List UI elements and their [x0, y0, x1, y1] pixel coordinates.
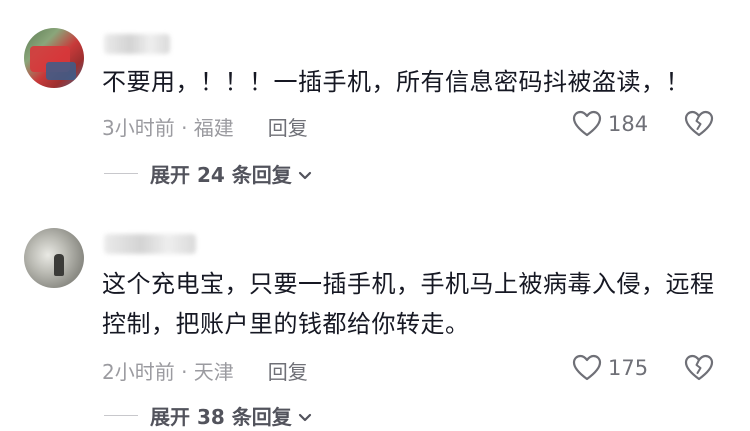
- comment-text: 这个充电宝，只要一插手机，手机马上被病毒入侵，远程控制，把账户里的钱都给你转走。: [102, 270, 715, 338]
- heart-outline-icon: [572, 110, 602, 138]
- avatar-image-part: [46, 62, 76, 80]
- username-blurred[interactable]: [104, 34, 170, 54]
- broken-heart-outline-icon: [684, 354, 714, 382]
- chevron-down-icon: [298, 162, 312, 186]
- comment-meta: 2小时前 · 天津 回复: [102, 356, 308, 385]
- like-count: 175: [608, 356, 649, 380]
- chevron-down-icon: [298, 404, 312, 428]
- divider-line: [104, 415, 138, 416]
- username-blurred[interactable]: [104, 234, 196, 254]
- broken-heart-outline-icon: [684, 110, 714, 138]
- divider-line: [104, 173, 138, 174]
- reply-button[interactable]: 回复: [268, 112, 308, 141]
- time-location: 2小时前 · 天津: [102, 360, 234, 384]
- avatar-image-part: [54, 254, 64, 276]
- like-button[interactable]: 175: [572, 354, 648, 382]
- reply-button[interactable]: 回复: [268, 356, 308, 385]
- expand-replies-label: 展开 24 条回复: [150, 163, 292, 187]
- time-location: 3小时前 · 福建: [102, 116, 234, 140]
- like-button[interactable]: 184: [572, 110, 648, 138]
- avatar[interactable]: [24, 28, 84, 88]
- dislike-button[interactable]: [684, 354, 714, 382]
- expand-replies-button[interactable]: 展开 38 条回复: [104, 401, 312, 430]
- expand-replies-label: 展开 38 条回复: [150, 405, 292, 429]
- heart-outline-icon: [572, 354, 602, 382]
- expand-replies-button[interactable]: 展开 24 条回复: [104, 159, 312, 188]
- comment-meta: 3小时前 · 福建 回复: [102, 112, 308, 141]
- comment-text: 不要用，！！！一插手机，所有信息密码抖被盗读，！: [102, 68, 690, 96]
- dislike-button[interactable]: [684, 110, 714, 138]
- like-count: 184: [608, 112, 649, 136]
- avatar[interactable]: [24, 228, 84, 288]
